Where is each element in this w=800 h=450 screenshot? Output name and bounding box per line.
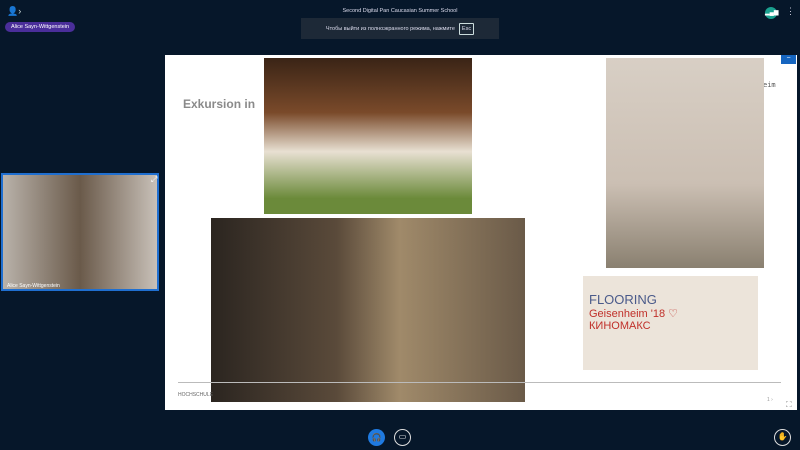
wall-text-3: КИНОМАКС: [589, 320, 651, 332]
slide-divider: [178, 382, 781, 383]
fullscreen-notice: Чтобы выйти из полноэкранного режима, на…: [301, 18, 499, 39]
minimize-presentation-button[interactable]: −: [781, 55, 796, 64]
users-toggle-icon[interactable]: 👤›: [7, 6, 21, 17]
photo-wine-cellar: [211, 218, 525, 402]
presenter-badge: Alice Sayn-Wittgenstein: [5, 22, 76, 32]
slide-title-fragment: eim: [763, 81, 776, 89]
esc-key: Esc: [458, 22, 475, 35]
options-menu-icon[interactable]: ⋮: [786, 6, 795, 17]
share-video-button[interactable]: ▭: [394, 429, 411, 446]
meeting-title: Second Digital Pan Caucasian Summer Scho…: [342, 8, 458, 14]
connection-status-icon[interactable]: ▂▄▆: [765, 7, 778, 19]
photo-wall-writing: FLOORING Geisenheim '18 ♡ КИНОМАКС: [583, 276, 758, 370]
slide-page-number: 1 ›: [767, 397, 773, 403]
expand-icon[interactable]: ⤢: [151, 175, 157, 185]
wall-text-2: Geisenheim '18 ♡: [589, 308, 679, 320]
audio-button[interactable]: 🎧: [368, 429, 385, 446]
photo-graffiti-wall: [606, 58, 764, 268]
slide-title: Exkursion in: [183, 97, 256, 111]
fullscreen-notice-text: Чтобы выйти из полноэкранного режима, на…: [325, 25, 455, 32]
headphones-icon: 🎧: [371, 433, 382, 442]
hand-icon: ✋: [777, 432, 788, 441]
slide-footer: HOCHSCHULE: [178, 392, 214, 398]
webcam-user-name: Alice Sayn-Wittgenstein: [7, 283, 60, 289]
raise-hand-button[interactable]: ✋: [774, 429, 791, 446]
wall-text-1: FLOORING: [589, 292, 657, 307]
fullscreen-icon[interactable]: ⛶: [786, 400, 792, 410]
webcam-video[interactable]: ⤢ Alice Sayn-Wittgenstein: [1, 173, 159, 291]
camera-icon: ▭: [398, 432, 407, 441]
presentation-slide: Exkursion in eim FLOORING Geisenheim '18…: [165, 55, 797, 410]
photo-wine-tasting: [264, 58, 472, 214]
